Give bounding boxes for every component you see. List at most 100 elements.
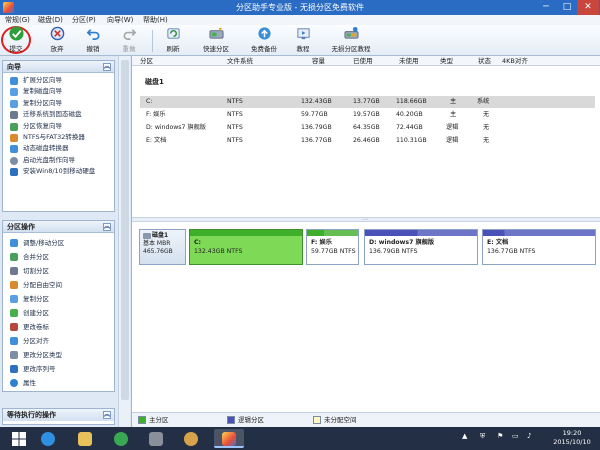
partition-block-name: E: 文档 [487, 239, 509, 246]
column-header-capacity[interactable]: 容量 [312, 56, 325, 66]
wizard-item-boot-disc[interactable]: 启动光盘制作向导 [3, 155, 114, 166]
cell-status: 无 [483, 124, 490, 131]
collapse-icon[interactable]: ︽ [103, 411, 111, 419]
close-button[interactable]: ✕ [577, 0, 599, 15]
splitter-grip-icon: ⋯ [362, 216, 368, 223]
wizard-item-partition-recovery[interactable]: 分区恢复向导 [3, 121, 114, 132]
tray-flag-icon[interactable]: ⚑ [497, 432, 503, 440]
op-label: 更改分区类型 [23, 351, 62, 359]
op-align[interactable]: 分区对齐 [3, 334, 114, 348]
wizard-item-copy-partition[interactable]: 复制分区向导 [3, 98, 114, 109]
wizard-item-migrate-os[interactable]: 迁移系统到固态磁盘 [3, 109, 114, 120]
commit-label: 提交 [9, 45, 23, 53]
lossless-tutorial-label: 无损分区教程 [331, 45, 371, 53]
op-change-label[interactable]: 更改卷标 [3, 320, 114, 334]
taskbar-app-green[interactable] [106, 429, 136, 448]
cell-used: 13.77GB [353, 98, 380, 105]
disk-label[interactable]: 磁盘1 [145, 77, 164, 87]
cell-partition: C: [146, 98, 153, 105]
lossless-tutorial-button[interactable]: 无损分区教程 [326, 26, 376, 55]
quick-partition-button[interactable]: 快速分区 [196, 26, 236, 55]
disk-info-box[interactable]: 磁盘1 基本 MBR 465.76GB [139, 229, 186, 265]
discard-label: 放弃 [50, 45, 64, 53]
partition-block-d[interactable]: D: windows7 旗舰版 136.79GB NTFS [364, 229, 478, 265]
wizard-item-extend-partition[interactable]: 扩展分区向导 [3, 75, 114, 86]
partition-block-name: D: windows7 旗舰版 [369, 239, 435, 246]
wizard-item-ntfs-fat32[interactable]: NTFS与FAT32转换器 [3, 132, 114, 143]
table-row[interactable]: C: NTFS 132.43GB 13.77GB 118.66GB 主 系统 [140, 96, 595, 108]
op-split[interactable]: 切割分区 [3, 264, 114, 278]
tray-network-icon[interactable]: ▭ [512, 432, 519, 440]
discard-icon [50, 26, 64, 41]
left-scrollbar[interactable] [118, 56, 130, 427]
collapse-icon[interactable]: ︽ [103, 223, 111, 231]
taskbar-partition-assistant[interactable] [214, 429, 244, 448]
maximize-button[interactable]: □ [556, 0, 578, 15]
partition-block-f[interactable]: F: 娱乐 59.77GB NTFS [306, 229, 359, 265]
discard-button[interactable]: 放弃 [44, 26, 70, 55]
tutorial-button[interactable]: 教程 [290, 26, 316, 55]
op-label: 分配自由空间 [23, 281, 62, 289]
op-copy-partition[interactable]: 复制分区 [3, 292, 114, 306]
op-resize-move[interactable]: 调整/移动分区 [3, 236, 114, 250]
wizard-item-copy-disk[interactable]: 复制磁盘向导 [3, 86, 114, 97]
partition-block-c[interactable]: C: 132.43GB NTFS [189, 229, 303, 265]
menu-wizard[interactable]: 向导(W) [107, 15, 133, 25]
taskbar-paint[interactable] [176, 429, 206, 448]
wizard-group-header[interactable]: 向导 ︽ [3, 61, 114, 73]
taskbar-app-gray[interactable] [141, 429, 171, 448]
column-header-filesystem[interactable]: 文件系统 [227, 56, 253, 66]
op-change-type[interactable]: 更改分区类型 [3, 348, 114, 362]
partition-block-e[interactable]: E: 文档 136.77GB NTFS [482, 229, 596, 265]
toolbar: 提交 放弃 撤销 重做 刷新 快速分区 免费备份 教程 无损分区教程 [0, 25, 600, 56]
start-button[interactable] [4, 429, 34, 448]
disk-type: 基本 MBR [143, 240, 171, 247]
op-properties[interactable]: 属性 [3, 376, 114, 390]
op-change-serial[interactable]: 更改序列号 [3, 362, 114, 376]
collapse-icon[interactable]: ︽ [103, 63, 111, 71]
tray-security-icon[interactable]: ⛨ [480, 432, 485, 441]
wizard-item-dynamic-disk[interactable]: 动态磁盘转换器 [3, 143, 114, 154]
column-header-type[interactable]: 类型 [440, 56, 453, 66]
op-label: 更改卷标 [23, 323, 49, 331]
column-header-4k-align[interactable]: 4KB对齐 [502, 56, 528, 66]
tray-volume-icon[interactable]: ♪ [527, 432, 531, 440]
column-header-status[interactable]: 状态 [478, 56, 491, 66]
column-header-partition[interactable]: 分区 [140, 56, 153, 66]
menu-general[interactable]: 常规(G) [5, 15, 30, 25]
redo-button[interactable]: 重做 [116, 26, 142, 55]
disk-map-name: 磁盘1 [152, 232, 169, 239]
system-clock[interactable]: 19:20 2015/10/10 [547, 429, 597, 447]
pane-splitter[interactable]: ⋯ [132, 216, 600, 223]
menu-help[interactable]: 帮助(H) [143, 15, 168, 25]
op-merge[interactable]: 合并分区 [3, 250, 114, 264]
partition-table-header: 分区 文件系统 容量 已使用 未使用 类型 状态 4KB对齐 [132, 56, 600, 66]
undo-button[interactable]: 撤销 [80, 26, 106, 55]
cell-partition: D: windows7 旗舰版 [146, 124, 206, 131]
operations-group-title: 分区操作 [7, 223, 35, 231]
taskbar-explorer[interactable] [70, 429, 100, 448]
op-allocate-free-space[interactable]: 分配自由空间 [3, 278, 114, 292]
table-row[interactable]: D: windows7 旗舰版 NTFS 136.79GB 64.35GB 72… [140, 122, 595, 134]
free-backup-button[interactable]: 免费备份 [246, 26, 282, 55]
refresh-button[interactable]: 刷新 [160, 26, 186, 55]
tray-expand-icon[interactable]: ▲ [462, 432, 467, 440]
pending-group-header[interactable]: 等待执行的操作 ︽ [3, 409, 114, 421]
column-header-used[interactable]: 已使用 [353, 56, 373, 66]
operations-group-header[interactable]: 分区操作 ︽ [3, 221, 114, 233]
taskbar-ie[interactable] [33, 429, 63, 448]
op-create-partition[interactable]: 创建分区 [3, 306, 114, 320]
legend-primary: 主分区 [138, 416, 169, 425]
scrollbar-thumb[interactable] [121, 60, 129, 400]
table-row[interactable]: F: 娱乐 NTFS 59.77GB 19.57GB 40.20GB 主 无 [140, 109, 595, 121]
column-header-unused[interactable]: 未使用 [399, 56, 419, 66]
table-row[interactable]: E: 文档 NTFS 136.77GB 26.46GB 110.31GB 逻辑 … [140, 135, 595, 147]
wizard-item-install-to-usb[interactable]: 安装Win8/10到移动硬盘 [3, 166, 114, 177]
split-icon [10, 267, 18, 275]
menu-partition[interactable]: 分区(P) [72, 15, 96, 25]
window-title: 分区助手专业版 - 无损分区免费软件 [236, 3, 364, 12]
minimize-button[interactable]: ─ [535, 0, 557, 15]
commit-button[interactable]: 提交 [4, 26, 28, 55]
menu-disk[interactable]: 磁盘(D) [38, 15, 63, 25]
redo-icon [123, 29, 136, 40]
